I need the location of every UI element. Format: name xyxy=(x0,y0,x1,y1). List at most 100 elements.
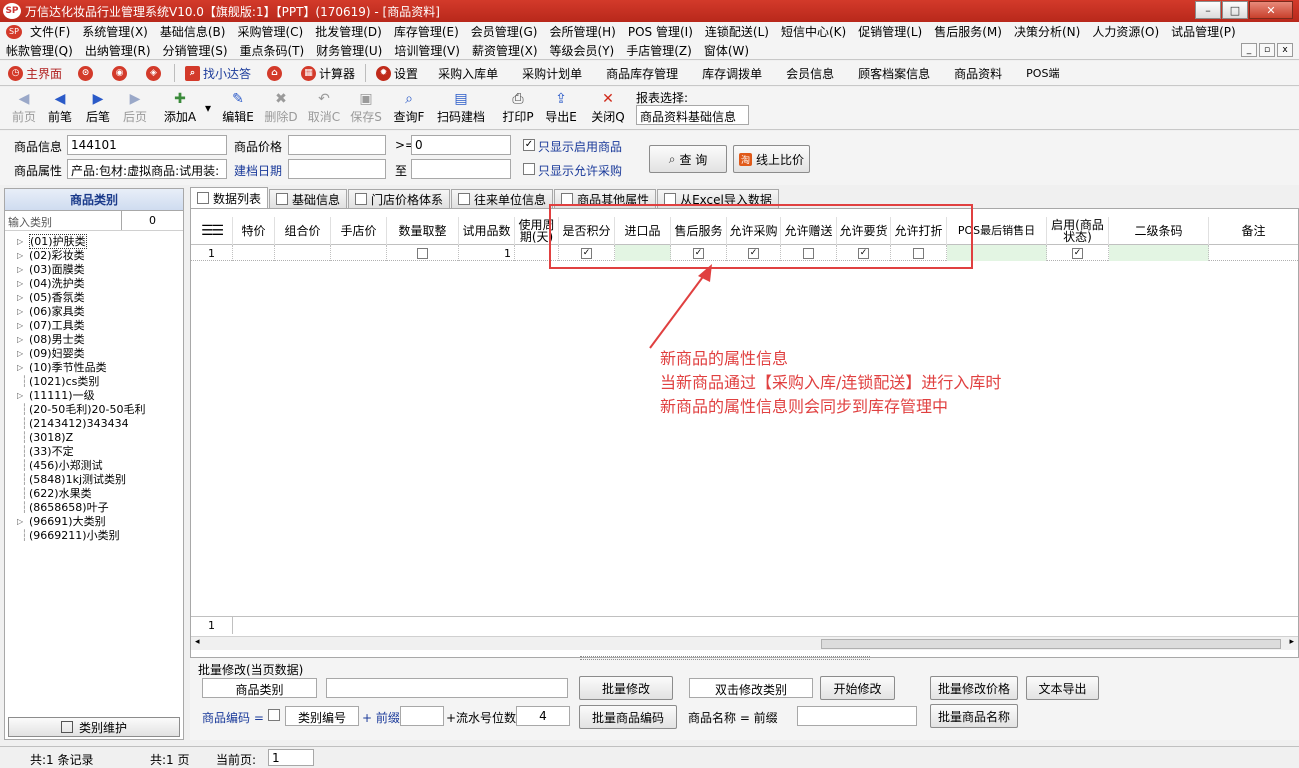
enabled-checkbox[interactable]: ✓ xyxy=(1072,247,1083,259)
cell-hand-store-price[interactable] xyxy=(331,245,387,261)
settings-button[interactable]: ✹ 设置 xyxy=(368,65,426,82)
category-item[interactable]: ▷ (08)男士类 xyxy=(5,333,183,347)
start-modify-button[interactable]: 开始修改 xyxy=(820,676,895,700)
product-info-input[interactable]: 144101 xyxy=(67,135,227,155)
menu-system[interactable]: 系统管理(X) xyxy=(76,23,154,40)
col-combo-price[interactable]: 组合价 xyxy=(275,217,331,245)
menu-finance[interactable]: 财务管理(U) xyxy=(310,42,388,59)
grid-menu-icon[interactable]: ☰☰ xyxy=(191,217,233,245)
col-special-price[interactable]: 特价 xyxy=(233,217,275,245)
expand-arrow-icon[interactable]: ▷ xyxy=(17,249,23,263)
calculator-button[interactable]: ▦ 计算器 xyxy=(293,65,363,82)
close-window-button[interactable]: ✕ xyxy=(1249,1,1293,19)
link-pos[interactable]: POS端 xyxy=(1014,65,1071,81)
menu-inventory[interactable]: 库存管理(E) xyxy=(388,23,465,40)
save-button[interactable]: ▣ 保存S xyxy=(346,90,386,125)
dblclick-category-field[interactable]: 双击修改类别 xyxy=(689,678,813,698)
batch-price-button[interactable]: 批量修改价格 xyxy=(930,676,1018,700)
expand-arrow-icon[interactable]: ▷ xyxy=(17,305,23,319)
close-form-button[interactable]: ✕ 关闭Q xyxy=(588,90,628,125)
link-member-info[interactable]: 会员信息 xyxy=(774,65,846,82)
category-item[interactable]: ┆ (622)水果类 xyxy=(5,487,183,501)
category-item[interactable]: ▷ (07)工具类 xyxy=(5,319,183,333)
report-select[interactable]: 商品资料基础信息 xyxy=(636,105,749,125)
cancel-button[interactable]: ↶ 取消C xyxy=(304,90,344,125)
prev-record-button[interactable]: ◀ 前笔 xyxy=(44,90,76,125)
prev-page-button[interactable]: ◀ 前页 xyxy=(8,90,40,125)
expand-arrow-icon[interactable]: ▷ xyxy=(17,361,23,375)
category-item[interactable]: ┆ (33)不定 xyxy=(5,445,183,459)
cell-special-price[interactable] xyxy=(233,245,275,261)
next-page-button[interactable]: ▶ 后页 xyxy=(119,90,151,125)
category-item[interactable]: ┆ (8658658)叶子 xyxy=(5,501,183,515)
link-stock-manage[interactable]: 商品库存管理 xyxy=(594,65,690,82)
query-button[interactable]: ⌕ 查 询 xyxy=(649,145,727,173)
menu-basic-info[interactable]: 基础信息(B) xyxy=(154,23,232,40)
menu-file[interactable]: 文件(F) xyxy=(24,23,76,40)
menu-trial[interactable]: 试品管理(P) xyxy=(1165,23,1242,40)
col-remarks[interactable]: 备注 xyxy=(1209,217,1298,245)
price-value-input[interactable]: 0 xyxy=(411,135,511,155)
category-item[interactable]: ▷ (11111)一级 xyxy=(5,389,183,403)
category-item[interactable]: ┆ (20-50毛利)20-50毛利 xyxy=(5,403,183,417)
link-customer-file[interactable]: 顾客档案信息 xyxy=(846,65,942,82)
online-compare-button[interactable]: 淘 线上比价 xyxy=(733,145,810,173)
delete-button[interactable]: ✖ 删除D xyxy=(261,90,301,125)
menu-chain-delivery[interactable]: 连锁配送(L) xyxy=(699,23,775,40)
menu-accounts[interactable]: 帐款管理(Q) xyxy=(0,42,79,59)
menu-sms[interactable]: 短信中心(K) xyxy=(775,23,852,40)
category-item[interactable]: ▷ (10)季节性品类 xyxy=(5,361,183,375)
category-search-input[interactable]: 输入类别 xyxy=(8,214,52,230)
horizontal-scrollbar[interactable]: ◂ ▸ xyxy=(191,636,1298,650)
tab-partner-info[interactable]: 往来单位信息 xyxy=(451,189,554,208)
category-maintain-button[interactable]: 类别维护 xyxy=(8,717,180,737)
category-item[interactable]: ▷ (01)护肤类 xyxy=(5,234,183,249)
mdi-minimize-button[interactable]: _ xyxy=(1241,43,1257,57)
expand-arrow-icon[interactable]: ▷ xyxy=(17,389,23,403)
category-item[interactable]: ┆ (3018)Z xyxy=(5,431,183,445)
col-hand-store-price[interactable]: 手店价 xyxy=(331,217,387,245)
menu-wholesale[interactable]: 批发管理(D) xyxy=(309,23,388,40)
qty-round-checkbox[interactable] xyxy=(417,247,428,259)
splitter-handle[interactable] xyxy=(580,656,870,660)
batch-name-button[interactable]: 批量商品名称 xyxy=(930,704,1018,728)
date-to-input[interactable] xyxy=(411,159,511,179)
cell-secondary-barcode[interactable] xyxy=(1109,245,1209,261)
add-button[interactable]: ✚ 添加A xyxy=(160,90,200,125)
export-button[interactable]: ⇪ 导出E xyxy=(541,90,581,125)
tab-data-list[interactable]: 数据列表 xyxy=(190,187,269,208)
scroll-left-icon[interactable]: ◂ xyxy=(195,637,200,647)
batch-category-value[interactable] xyxy=(326,678,568,698)
col-qty-round[interactable]: 数量取整 xyxy=(387,217,459,245)
menu-grade-member[interactable]: 等级会员(Y) xyxy=(544,42,621,59)
menu-promotion[interactable]: 促销管理(L) xyxy=(852,23,928,40)
batch-code-button[interactable]: 批量商品编码 xyxy=(579,705,677,729)
expand-arrow-icon[interactable]: ▷ xyxy=(17,347,23,361)
col-enabled-status[interactable]: 启用(商品状态) xyxy=(1047,217,1109,245)
expand-arrow-icon[interactable]: ▷ xyxy=(17,291,23,305)
link-purchase-in[interactable]: 采购入库单 xyxy=(426,65,510,82)
next-record-button[interactable]: ▶ 后笔 xyxy=(82,90,114,125)
query-toolbar-button[interactable]: ⌕ 查询F xyxy=(389,90,429,125)
menu-purchase[interactable]: 采购管理(C) xyxy=(231,23,309,40)
code-formula-checkbox[interactable] xyxy=(268,709,280,721)
lock-button[interactable]: ⊙ xyxy=(70,65,104,81)
current-page-input[interactable]: 1 xyxy=(268,749,314,766)
name-prefix-input[interactable] xyxy=(797,706,917,726)
menu-cashier[interactable]: 出纳管理(R) xyxy=(79,42,157,59)
add-dropdown-arrow[interactable]: ▾ xyxy=(202,101,214,115)
menu-after-sales[interactable]: 售后服务(M) xyxy=(928,23,1008,40)
category-item[interactable]: ▷ (06)家具类 xyxy=(5,305,183,319)
batch-modify-button[interactable]: 批量修改 xyxy=(579,676,673,700)
tab-basic-info[interactable]: 基础信息 xyxy=(269,189,348,208)
cell-combo-price[interactable] xyxy=(275,245,331,261)
category-item[interactable]: ▷ (02)彩妆类 xyxy=(5,249,183,263)
category-item[interactable]: ▷ (09)妇婴类 xyxy=(5,347,183,361)
menu-pos[interactable]: POS 管理(I) xyxy=(622,23,699,40)
home-button[interactable]: ⌂ xyxy=(259,65,293,81)
menu-member[interactable]: 会员管理(G) xyxy=(465,23,544,40)
expand-arrow-icon[interactable]: ▷ xyxy=(17,515,23,529)
price-min-input[interactable] xyxy=(288,135,386,155)
expand-arrow-icon[interactable]: ▷ xyxy=(17,319,23,333)
category-item[interactable]: ▷ (96691)大类别 xyxy=(5,515,183,529)
